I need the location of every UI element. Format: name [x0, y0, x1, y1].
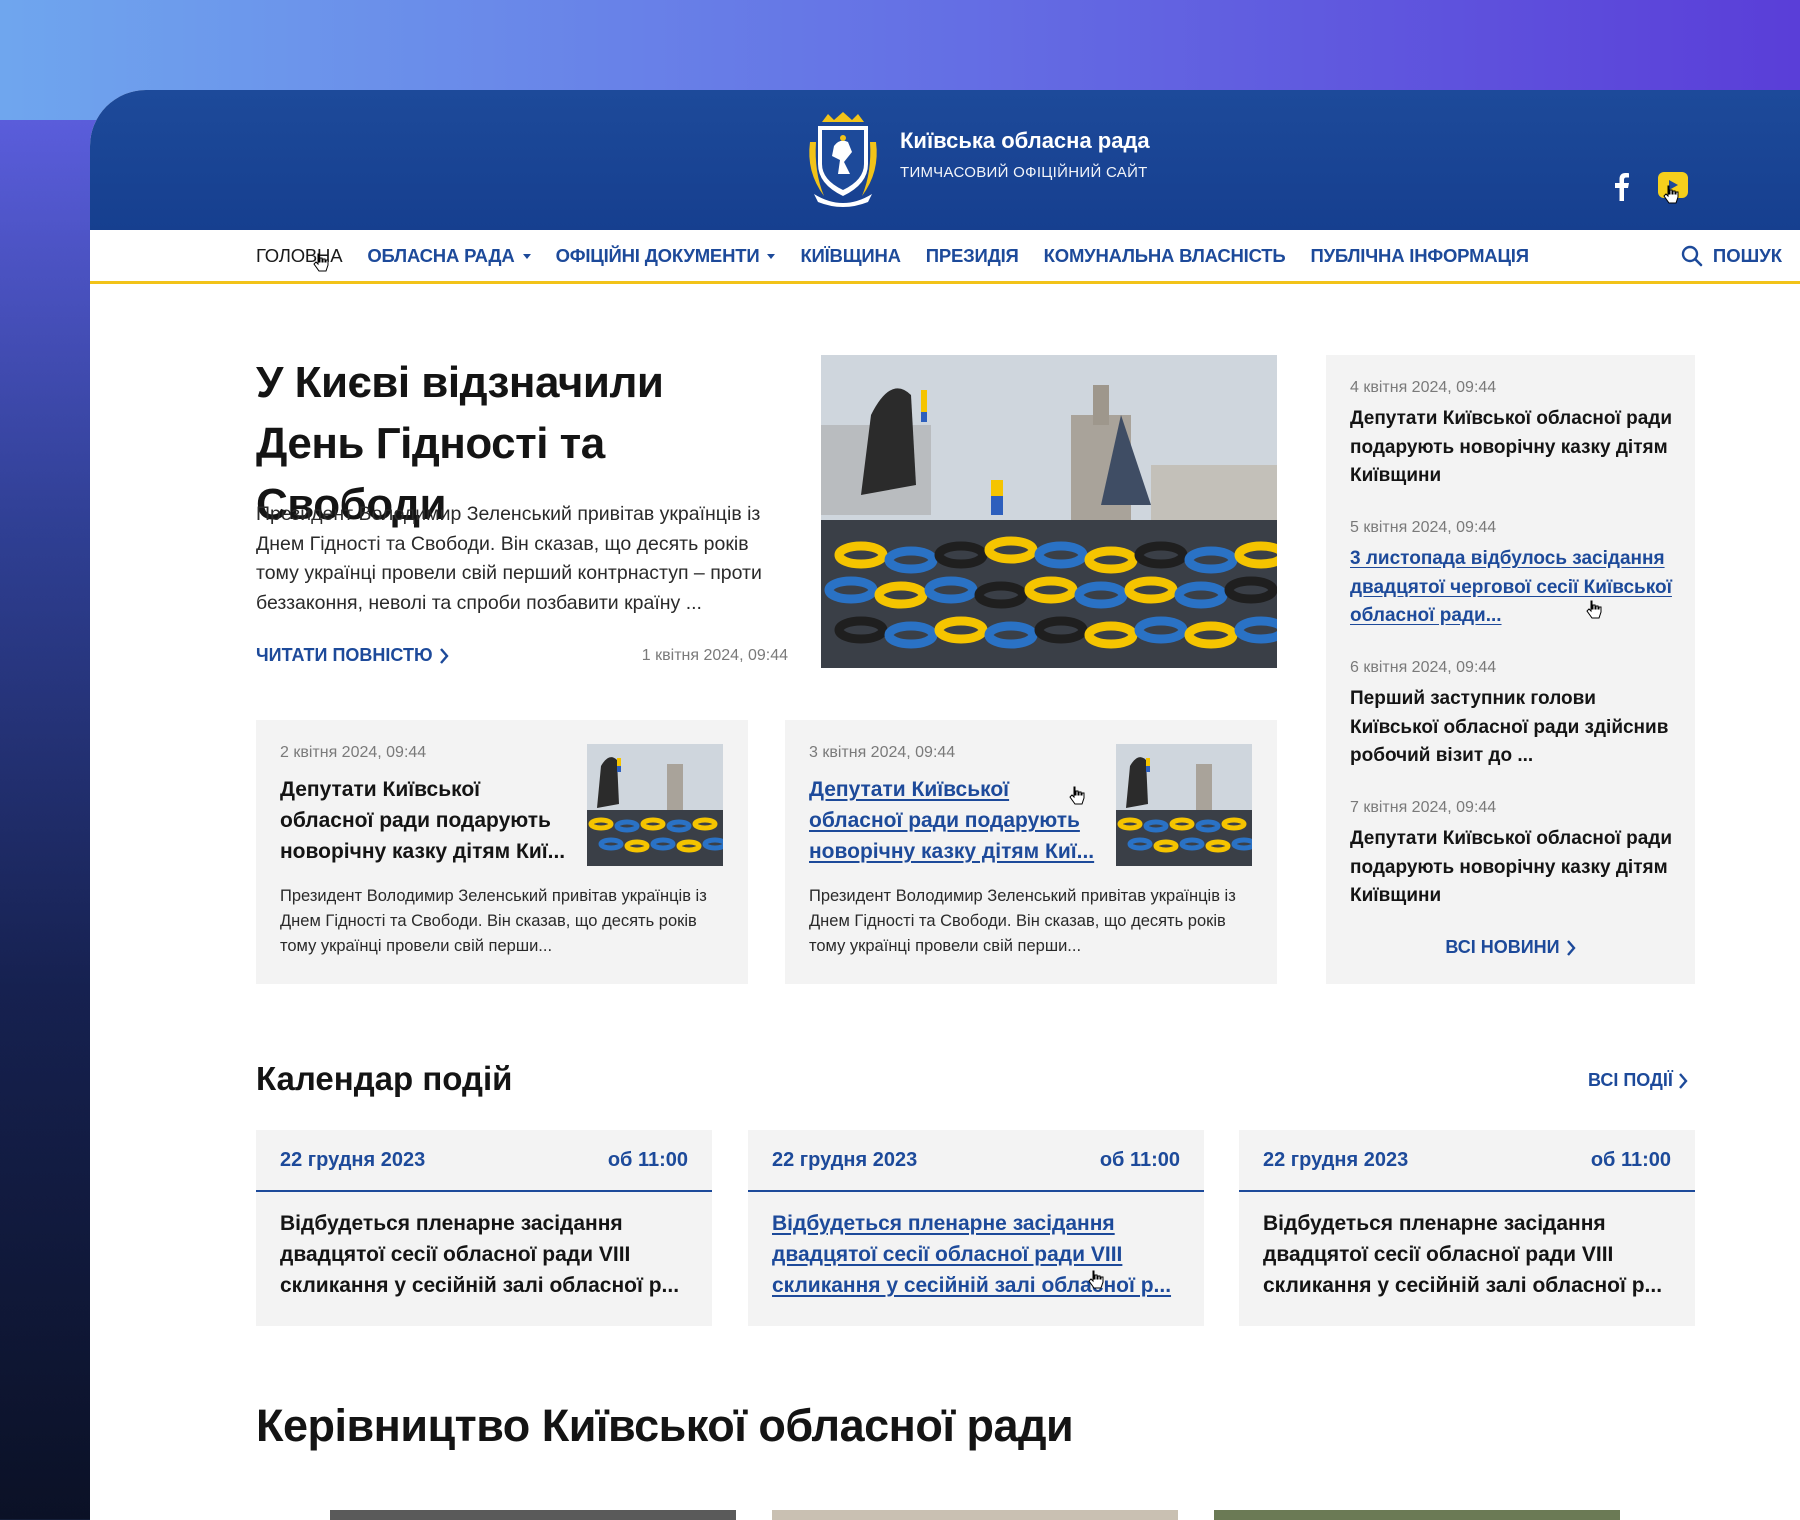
all-news-link[interactable]: ВСІ НОВИНИ — [1326, 937, 1695, 958]
sidebar-item-title[interactable]: Перший заступник голови Київської обласн… — [1350, 685, 1680, 771]
card-date: 2 квітня 2024, 09:44 — [280, 744, 427, 761]
leader-photo[interactable] — [772, 1510, 1178, 1520]
card-summary: Президент Володимир Зеленський привітав … — [809, 887, 1236, 955]
nav-item-official-documents[interactable]: ОФІЦІЙНІ ДОКУМЕНТИ — [556, 245, 776, 267]
search-icon — [1681, 245, 1703, 267]
chevron-right-icon — [439, 647, 449, 664]
nav-item-public-information[interactable]: ПУБЛІЧНА ІНФОРМАЦІЯ — [1310, 245, 1529, 267]
all-events-label: ВСІ ПОДІЇ — [1588, 1070, 1673, 1090]
maidan-photo — [821, 355, 1277, 668]
nav-label: ГОЛОВНА — [256, 245, 343, 266]
all-events-link[interactable]: ВСІ ПОДІЇ — [1588, 1070, 1688, 1091]
event-title[interactable]: Відбудеться пленарне засідання двадцятої… — [748, 1192, 1204, 1301]
leader-photo[interactable] — [330, 1510, 736, 1520]
hero-date: 1 квітня 2024, 09:44 — [641, 647, 788, 664]
youtube-icon — [1669, 180, 1678, 190]
site-title: Київська обласна рада — [900, 127, 1150, 153]
event-header: 22 грудня 2023 об 11:00 — [256, 1130, 712, 1192]
youtube-link[interactable] — [1658, 172, 1688, 198]
event-date: 22 грудня 2023 — [280, 1148, 426, 1171]
sidebar-item-title[interactable]: Депутати Київської обласної ради подарую… — [1350, 405, 1680, 491]
event-time: об 11:00 — [1590, 1148, 1671, 1171]
browser-window: Київська обласна рада ТИМЧАСОВИЙ ОФІЦІЙН… — [90, 90, 1800, 1520]
hero-image[interactable] — [821, 355, 1277, 668]
leader-photo[interactable] — [1214, 1510, 1620, 1520]
event-header: 22 грудня 2023 об 11:00 — [1239, 1130, 1695, 1192]
event-date: 22 грудня 2023 — [772, 1148, 918, 1171]
event-time: об 11:00 — [607, 1148, 688, 1171]
nav-label: ОБЛАСНА РАДА — [367, 245, 515, 266]
site-logo[interactable]: Київська обласна рада ТИМЧАСОВИЙ ОФІЦІЙН… — [804, 112, 1150, 208]
nav-item-home[interactable]: ГОЛОВНА — [256, 245, 343, 267]
site-subtitle: ТИМЧАСОВИЙ ОФІЦІЙНИЙ САЙТ — [900, 163, 1148, 181]
all-news-label: ВСІ НОВИНИ — [1445, 937, 1560, 957]
nav-label: ОФІЦІЙНІ ДОКУМЕНТИ — [555, 245, 760, 266]
nav-item-communal-property[interactable]: КОМУНАЛЬНА ВЛАСНІСТЬ — [1044, 245, 1286, 267]
sidebar-item-title[interactable]: 3 листопада відбулось засідання двадцято… — [1350, 545, 1680, 631]
sidebar-item-title[interactable]: Депутати Київської обласної ради подарую… — [1350, 825, 1680, 911]
site-header: Київська обласна рада ТИМЧАСОВИЙ ОФІЦІЙН… — [90, 90, 1800, 230]
event-date: 22 грудня 2023 — [1263, 1148, 1409, 1171]
news-card[interactable]: 3 квітня 2024, 09:44 Депутати Київської … — [785, 720, 1277, 984]
card-title[interactable]: Депутати Київської обласної ради подарую… — [280, 774, 572, 867]
sidebar-news-item[interactable]: 4 квітня 2024, 09:44 Депутати Київської … — [1350, 379, 1680, 491]
search-label: ПОШУК — [1712, 245, 1782, 266]
calendar-heading: Календар подій — [256, 1060, 513, 1097]
sidebar-news-item[interactable]: 5 квітня 2024, 09:44 3 листопада відбуло… — [1350, 519, 1680, 631]
latest-news-sidebar: 4 квітня 2024, 09:44 Депутати Київської … — [1326, 355, 1695, 984]
maidan-photo — [587, 744, 723, 866]
facebook-icon — [1615, 173, 1629, 201]
event-time: об 11:00 — [1099, 1148, 1180, 1171]
card-summary: Президент Володимир Зеленський привітав … — [280, 887, 707, 955]
facebook-link[interactable] — [1610, 172, 1634, 202]
read-more-label: ЧИТАТИ ПОВНІСТЮ — [256, 645, 433, 665]
sidebar-item-date: 7 квітня 2024, 09:44 — [1350, 799, 1497, 816]
main-navigation: ГОЛОВНА ОБЛАСНА РАДА ОФІЦІЙНІ ДОКУМЕНТИ … — [90, 230, 1800, 284]
event-card[interactable]: 22 грудня 2023 об 11:00 Відбудеться плен… — [1239, 1130, 1695, 1326]
nav-item-kyiv-region[interactable]: КИЇВЩИНА — [800, 245, 901, 267]
nav-item-presidium[interactable]: ПРЕЗИДІЯ — [926, 245, 1019, 267]
leadership-heading: Керівництво Київської обласної ради — [256, 1400, 1074, 1451]
chevron-right-icon — [1566, 939, 1576, 956]
read-more-link[interactable]: ЧИТАТИ ПОВНІСТЮ — [256, 645, 449, 666]
chevron-right-icon — [1678, 1072, 1688, 1089]
sidebar-news-item[interactable]: 7 квітня 2024, 09:44 Депутати Київської … — [1350, 799, 1680, 911]
sidebar-news-item[interactable]: 6 квітня 2024, 09:44 Перший заступник го… — [1350, 659, 1680, 771]
event-title[interactable]: Відбудеться пленарне засідання двадцятої… — [256, 1192, 712, 1301]
card-title[interactable]: Депутати Київської обласної ради подарую… — [809, 774, 1101, 867]
nav-label: КИЇВЩИНА — [800, 245, 901, 266]
event-card[interactable]: 22 грудня 2023 об 11:00 Відбудеться плен… — [256, 1130, 712, 1326]
card-thumbnail[interactable] — [1116, 744, 1252, 866]
sidebar-item-date: 6 квітня 2024, 09:44 — [1350, 659, 1497, 676]
hero-summary: Президент Володимир Зеленський привітав … — [256, 503, 762, 614]
nav-item-regional-council[interactable]: ОБЛАСНА РАДА — [367, 245, 531, 267]
card-date: 3 квітня 2024, 09:44 — [809, 744, 956, 761]
chevron-down-icon — [767, 253, 776, 259]
sidebar-item-date: 5 квітня 2024, 09:44 — [1350, 519, 1497, 536]
coat-of-arms-icon — [809, 112, 877, 207]
nav-label: ПУБЛІЧНА ІНФОРМАЦІЯ — [1310, 245, 1529, 266]
event-card[interactable]: 22 грудня 2023 об 11:00 Відбудеться плен… — [748, 1130, 1204, 1326]
news-card[interactable]: 2 квітня 2024, 09:44 Депутати Київської … — [256, 720, 748, 984]
sidebar-item-date: 4 квітня 2024, 09:44 — [1350, 379, 1497, 396]
maidan-photo — [1116, 744, 1252, 866]
chevron-down-icon — [522, 253, 531, 259]
nav-label: КОМУНАЛЬНА ВЛАСНІСТЬ — [1043, 245, 1286, 266]
event-header: 22 грудня 2023 об 11:00 — [748, 1130, 1204, 1192]
event-title[interactable]: Відбудеться пленарне засідання двадцятої… — [1239, 1192, 1695, 1301]
card-thumbnail[interactable] — [587, 744, 723, 866]
search-button[interactable]: ПОШУК — [1681, 230, 1782, 282]
nav-label: ПРЕЗИДІЯ — [925, 245, 1019, 266]
